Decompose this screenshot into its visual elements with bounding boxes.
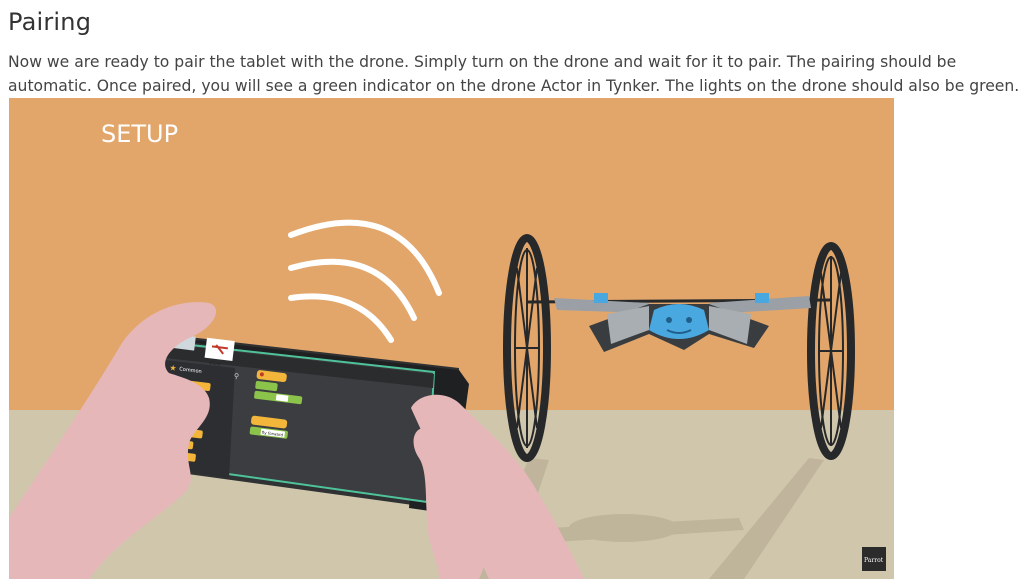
setup-label: SETUP xyxy=(101,120,178,148)
pairing-instructions: Now we are ready to pair the tablet with… xyxy=(8,53,1020,95)
drone-left-light xyxy=(594,293,608,303)
drone-right-light xyxy=(755,293,769,303)
section-heading: Pairing xyxy=(8,8,92,36)
search-icon: ⚲ xyxy=(233,372,239,381)
brand-badge-label: Parrot xyxy=(864,557,884,564)
star-icon: ★ xyxy=(169,363,177,373)
setup-illustration[interactable]: SETUP drone ★ Common ⚲ fly forward Parro… xyxy=(9,98,894,579)
setup-scene: SETUP drone ★ Common ⚲ fly forward Parro… xyxy=(9,98,894,579)
